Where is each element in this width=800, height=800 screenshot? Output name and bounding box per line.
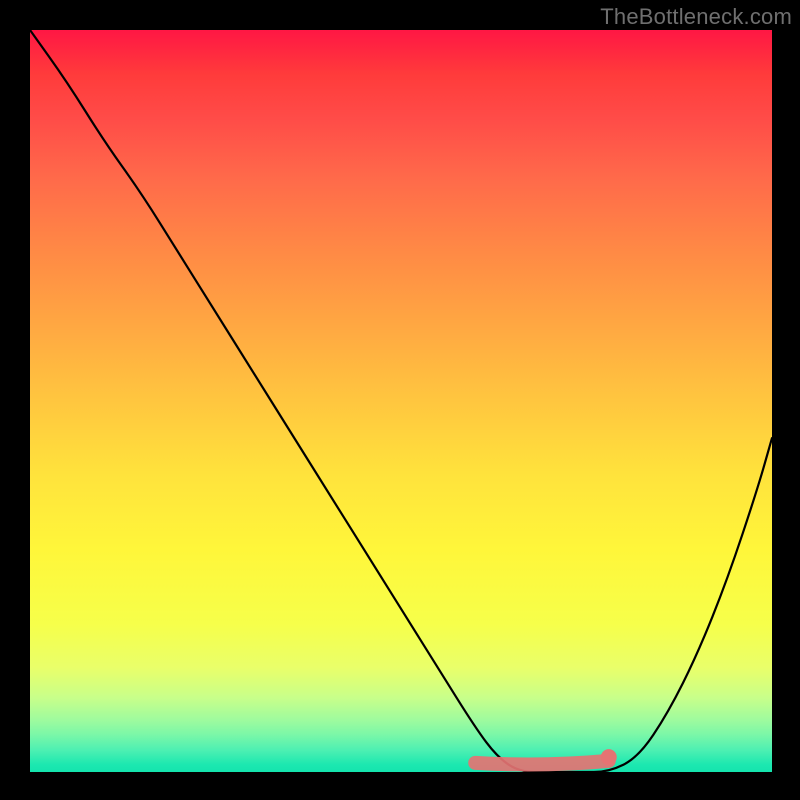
optimal-band [475,761,609,765]
optimal-dot [601,749,617,765]
chart-overlay [30,30,772,772]
bottleneck-curve [30,30,772,772]
watermark-text: TheBottleneck.com [600,4,792,30]
